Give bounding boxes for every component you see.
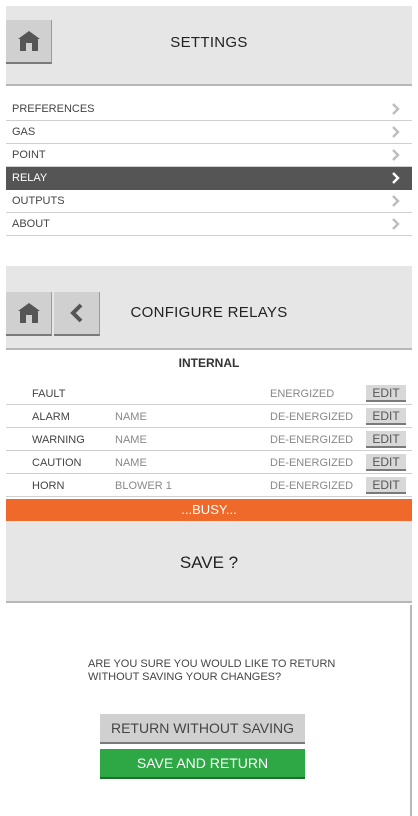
- chevron-right-icon: [392, 126, 400, 138]
- page-title: SETTINGS: [170, 34, 248, 51]
- dialog-header: SAVE ?: [6, 521, 412, 603]
- busy-bar: ...BUSY...: [6, 499, 412, 521]
- menu-item-about[interactable]: ABOUT: [6, 213, 412, 236]
- configure-relays-screen: CONFIGURE RELAYS INTERNAL FAULT ENERGIZE…: [6, 266, 412, 497]
- edit-button[interactable]: EDIT: [366, 454, 406, 471]
- chevron-right-icon: [392, 103, 400, 115]
- settings-screen: SETTINGS PREFERENCES GAS POINT RELAY OUT…: [6, 6, 412, 264]
- menu-item-label: OUTPUTS: [12, 195, 65, 207]
- relay-state: ENERGIZED: [270, 388, 335, 400]
- relay-name: FAULT: [32, 388, 66, 400]
- relay-state: DE-ENERGIZED: [270, 434, 354, 446]
- relay-name: CAUTION: [32, 457, 82, 469]
- relay-label: NAME: [115, 457, 147, 469]
- relay-state: DE-ENERGIZED: [270, 480, 354, 492]
- menu-item-label: PREFERENCES: [12, 103, 95, 115]
- relay-state: DE-ENERGIZED: [270, 411, 354, 423]
- return-without-saving-button[interactable]: RETURN WITHOUT SAVING: [100, 714, 305, 744]
- dialog-edge: [410, 605, 412, 816]
- menu-item-label: POINT: [12, 149, 46, 161]
- section-title: INTERNAL: [178, 356, 240, 370]
- relay-label: NAME: [115, 434, 147, 446]
- table-row: CAUTION NAME DE-ENERGIZED EDIT: [6, 451, 412, 474]
- configure-header: CONFIGURE RELAYS: [6, 266, 412, 350]
- page-title: CONFIGURE RELAYS: [130, 304, 288, 321]
- relay-name: WARNING: [32, 434, 85, 446]
- relay-name: HORN: [32, 480, 65, 492]
- menu-item-label: GAS: [12, 126, 36, 138]
- menu-item-gas[interactable]: GAS: [6, 121, 412, 144]
- dialog-message: ARE YOU SURE YOU WOULD LIKE TO RETURN WI…: [88, 658, 336, 683]
- menu-item-point[interactable]: POINT: [6, 144, 412, 167]
- menu-item-label: ABOUT: [12, 218, 50, 230]
- table-row: FAULT ENERGIZED EDIT: [6, 382, 412, 405]
- save-and-return-button[interactable]: SAVE AND RETURN: [100, 749, 305, 779]
- relay-table: FAULT ENERGIZED EDIT ALARM NAME DE-ENERG…: [6, 382, 412, 497]
- edit-button[interactable]: EDIT: [366, 431, 406, 448]
- menu-item-label: RELAY: [12, 172, 48, 184]
- relay-name: ALARM: [32, 411, 70, 423]
- chevron-right-icon: [392, 218, 400, 230]
- edit-button[interactable]: EDIT: [366, 385, 406, 402]
- settings-header: SETTINGS: [6, 6, 412, 86]
- edit-button[interactable]: EDIT: [366, 477, 406, 494]
- dialog-title: SAVE ?: [179, 553, 239, 572]
- edit-button[interactable]: EDIT: [366, 408, 406, 425]
- relay-label: BLOWER 1: [115, 480, 172, 492]
- table-row: ALARM NAME DE-ENERGIZED EDIT: [6, 405, 412, 428]
- save-dialog: SAVE ? ARE YOU SURE YOU WOULD LIKE TO RE…: [6, 521, 412, 816]
- chevron-right-icon: [392, 149, 400, 161]
- menu-item-relay[interactable]: RELAY: [6, 167, 412, 190]
- chevron-right-icon: [392, 195, 400, 207]
- table-row: HORN BLOWER 1 DE-ENERGIZED EDIT: [6, 474, 412, 497]
- menu-item-outputs[interactable]: OUTPUTS: [6, 190, 412, 213]
- menu-item-preferences[interactable]: PREFERENCES: [6, 98, 412, 121]
- relay-state: DE-ENERGIZED: [270, 457, 354, 469]
- relay-label: NAME: [115, 411, 147, 423]
- table-row: WARNING NAME DE-ENERGIZED EDIT: [6, 428, 412, 451]
- chevron-right-icon: [392, 172, 400, 184]
- settings-menu: PREFERENCES GAS POINT RELAY OUTPUTS ABOU…: [6, 98, 412, 236]
